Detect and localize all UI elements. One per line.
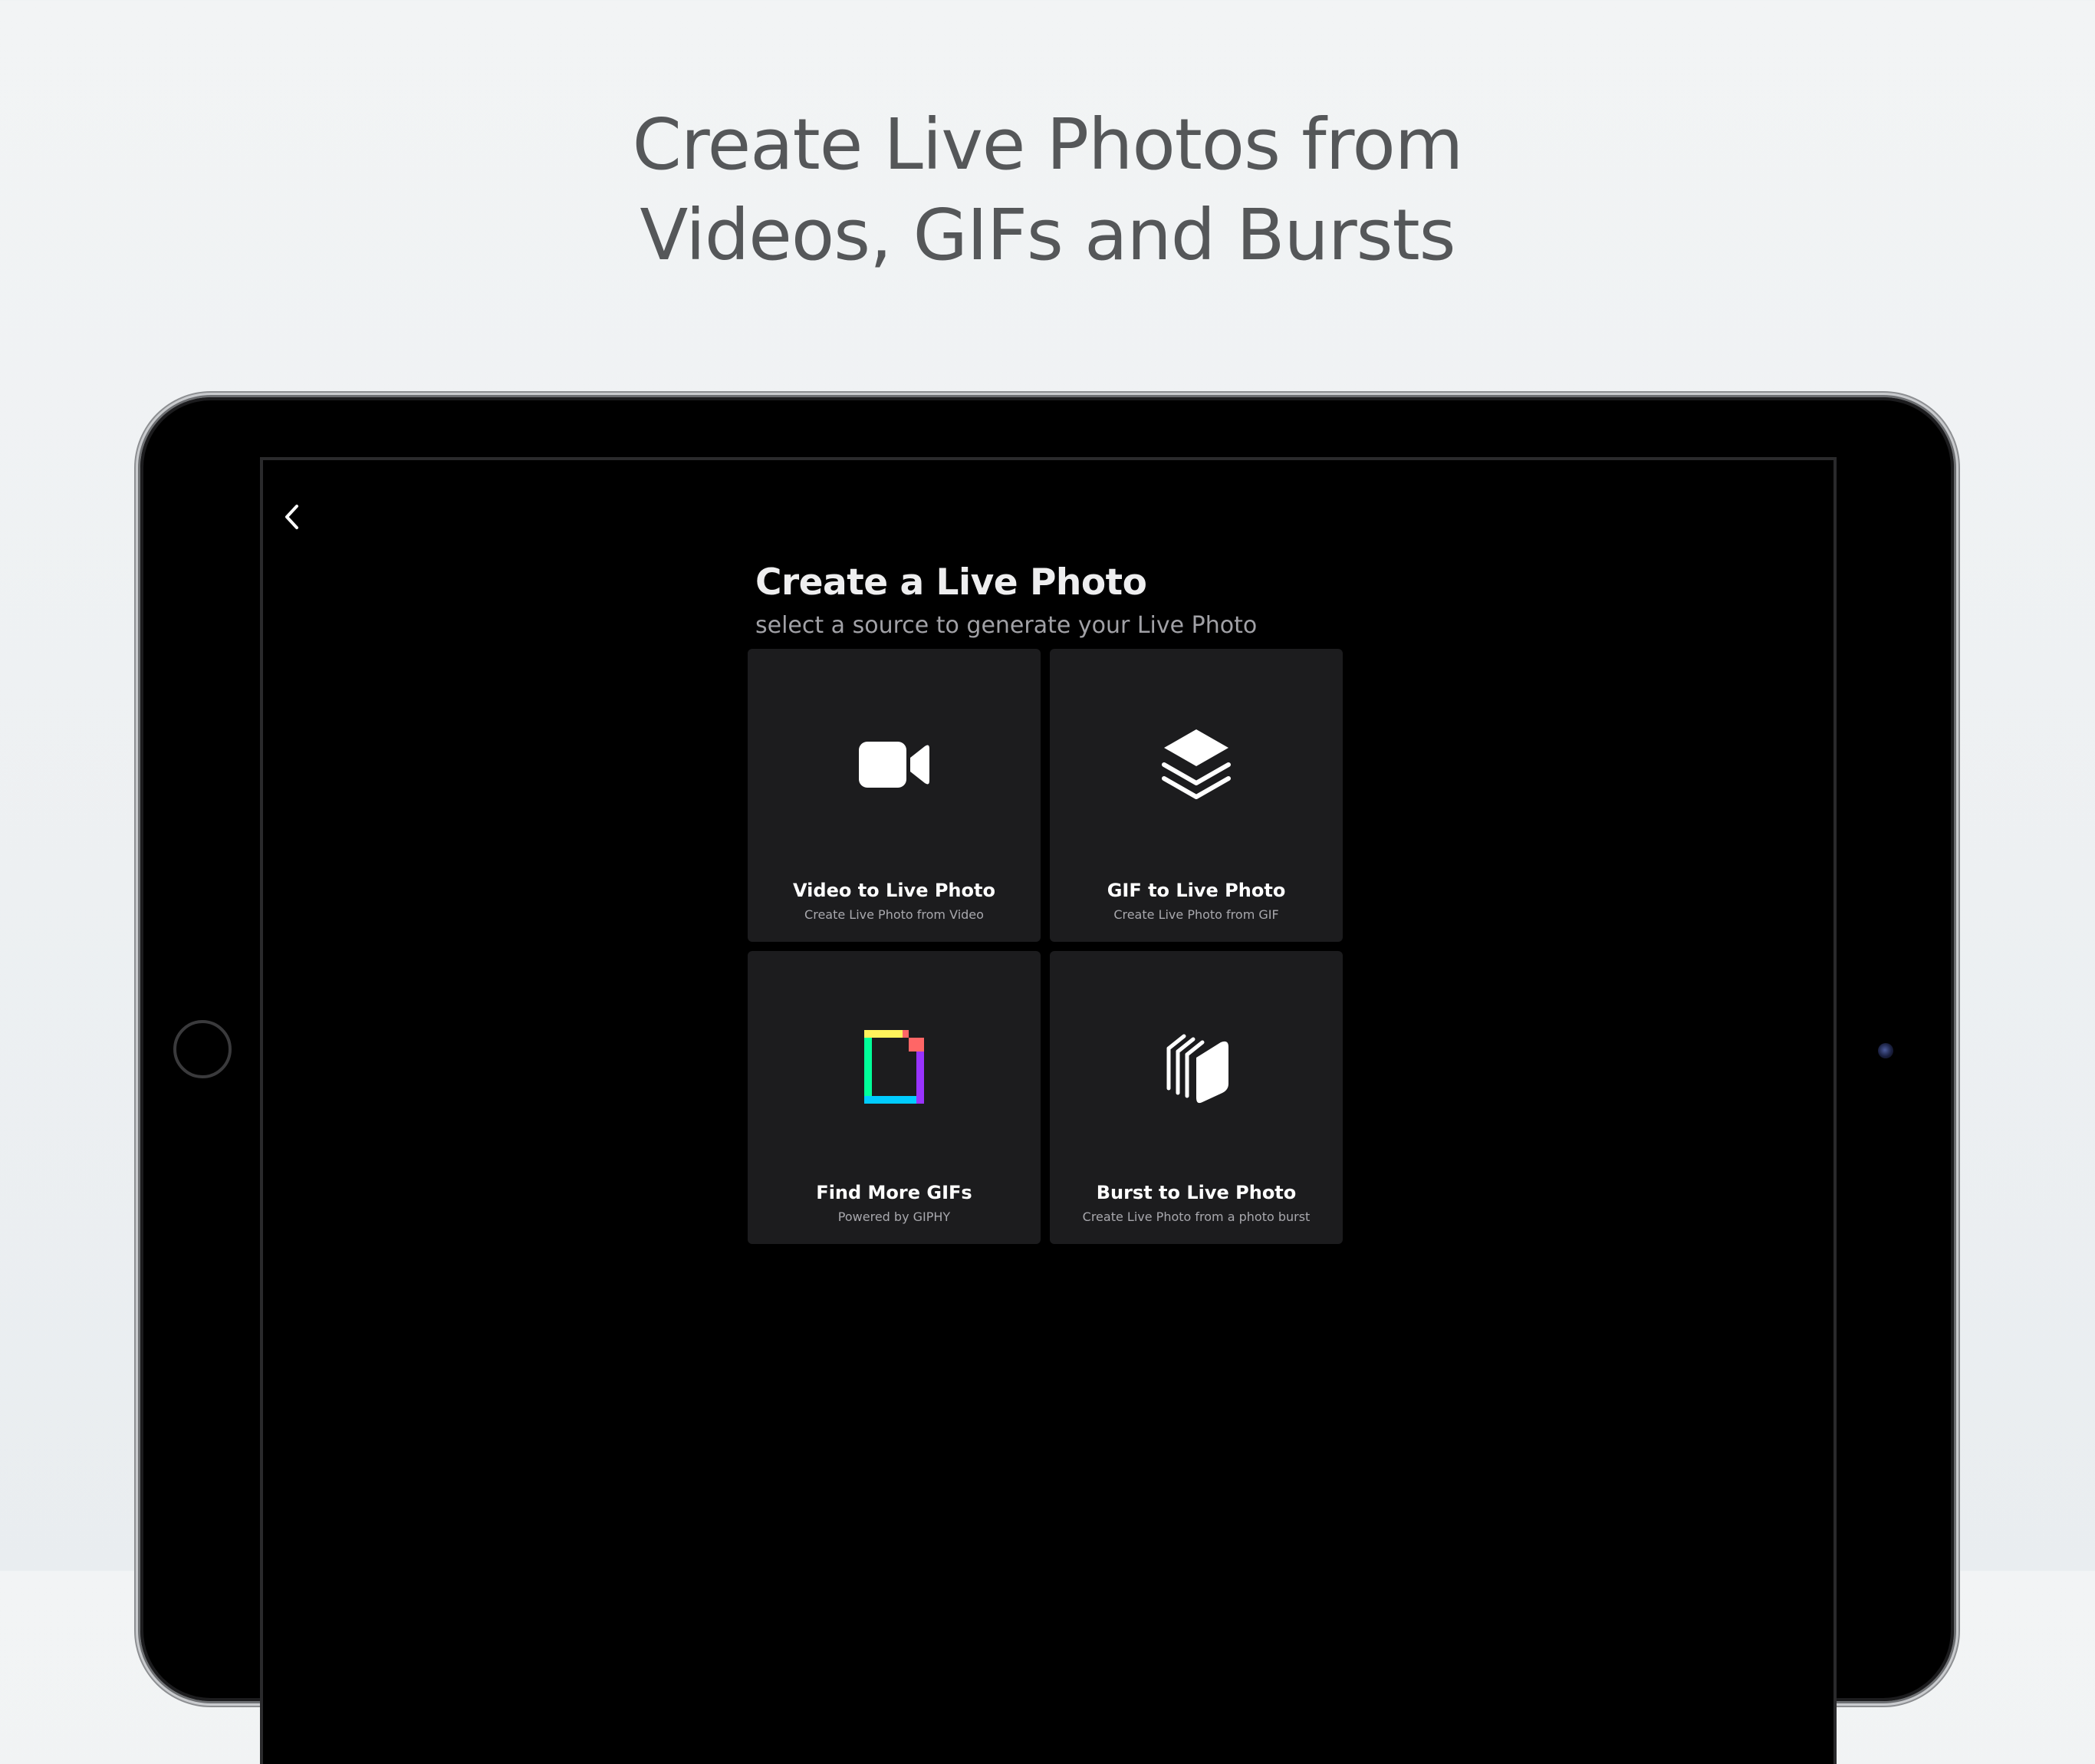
page-title: Create a Live Photo: [755, 561, 1147, 604]
photo-burst-icon: [1050, 1025, 1343, 1109]
back-button[interactable]: [277, 502, 308, 532]
chevron-left-icon: [285, 505, 298, 529]
giphy-logo-icon: [748, 1025, 1041, 1109]
card-subtitle: Create Live Photo from GIF: [1113, 907, 1279, 922]
source-grid: Video to Live Photo Create Live Photo fr…: [748, 649, 1350, 1244]
page-subtitle: select a source to generate your Live Ph…: [755, 612, 1258, 639]
front-camera: [1878, 1043, 1893, 1058]
headline-line-2: Videos, GIFs and Bursts: [640, 194, 1455, 276]
card-subtitle: Create Live Photo from Video: [804, 907, 984, 922]
card-subtitle: Powered by GIPHY: [837, 1209, 951, 1224]
layers-stack-icon: [1050, 722, 1343, 807]
card-title: GIF to Live Photo: [1107, 880, 1286, 901]
home-button: [173, 1020, 232, 1078]
marketing-headline: Create Live Photos from Videos, GIFs and…: [0, 100, 2095, 281]
video-to-live-photo-card[interactable]: Video to Live Photo Create Live Photo fr…: [748, 649, 1041, 942]
card-title: Video to Live Photo: [793, 880, 995, 901]
card-title: Find More GIFs: [816, 1182, 972, 1203]
card-subtitle: Create Live Photo from a photo burst: [1082, 1209, 1311, 1224]
source-picker: Create a Live Photo select a source to g…: [748, 560, 1350, 1244]
app-screen: Create a Live Photo select a source to g…: [263, 460, 1834, 1764]
ipad-frame: Create a Live Photo select a source to g…: [140, 397, 1954, 1764]
find-more-gifs-card[interactable]: Find More GIFs Powered by GIPHY: [748, 951, 1041, 1244]
headline-line-1: Create Live Photos from: [632, 104, 1464, 186]
video-camera-icon: [748, 722, 1041, 807]
burst-to-live-photo-card[interactable]: Burst to Live Photo Create Live Photo fr…: [1050, 951, 1343, 1244]
gif-to-live-photo-card[interactable]: GIF to Live Photo Create Live Photo from…: [1050, 649, 1343, 942]
card-title: Burst to Live Photo: [1096, 1182, 1297, 1203]
